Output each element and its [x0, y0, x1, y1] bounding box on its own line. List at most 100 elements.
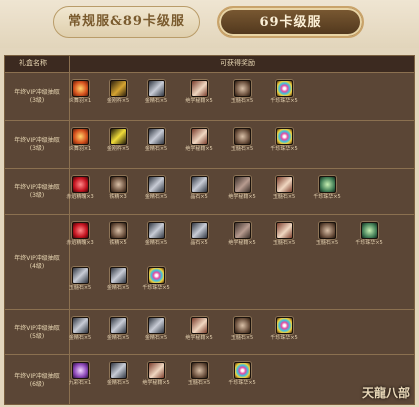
reward-item[interactable]: 绝学秘籍×5 — [183, 317, 215, 341]
reward-item[interactable]: 玉髓石×5 — [226, 80, 258, 104]
reward-item-icon — [190, 128, 208, 145]
reward-item-icon — [318, 222, 336, 239]
reward-item-label: 绝学秘籍×5 — [228, 240, 256, 246]
reward-item-label: 绝学秘籍×5 — [185, 335, 213, 341]
reward-item[interactable]: 赤焰精魄×3 — [64, 176, 96, 200]
reward-item[interactable]: 玉髓石×5 — [268, 176, 300, 200]
reward-item-icon — [190, 222, 208, 239]
reward-item[interactable]: 千珍珠华×5 — [311, 176, 343, 200]
gift-box-name: 年终VIP冲级抽取 (3级) — [5, 184, 69, 200]
reward-item[interactable]: 九彩石×1 — [64, 362, 96, 386]
reward-item[interactable]: 晶石×5 — [183, 176, 215, 200]
reward-item[interactable]: 绝学秘籍×5 — [183, 80, 215, 104]
gift-box-title: 年终VIP冲级抽取 — [14, 254, 60, 262]
reward-item[interactable]: 千珍珠华×5 — [268, 80, 300, 104]
reward-item[interactable]: 金精石×5 — [102, 317, 134, 341]
gift-row: 年终VIP冲级抽取 (3级) 赤焰精魄×3 铁精×3 金精石×5 晶石×5 绝学秘籍×5 玉髓… — [5, 168, 414, 215]
reward-item-label: 玉髓石×5 — [315, 240, 339, 246]
reward-item[interactable]: 绝学秘籍×5 — [183, 128, 215, 152]
reward-item[interactable]: 金刚杵×5 — [102, 80, 134, 104]
reward-item[interactable]: 玉髓石×5 — [226, 128, 258, 152]
reward-item[interactable]: 赤焰精魄×3 — [64, 222, 96, 246]
reward-item[interactable]: 炎舞羽×1 — [64, 80, 96, 104]
gift-box-title: 年终VIP冲级抽取 — [14, 373, 60, 380]
reward-item-label: 玉髓石×5 — [187, 380, 211, 386]
reward-item-icon — [71, 222, 89, 239]
tab-normal-server[interactable]: 常规服&89卡级服 — [53, 6, 200, 38]
reward-item-icon — [71, 176, 89, 193]
reward-item[interactable]: 金精石×5 — [102, 362, 134, 386]
reward-item-label: 金精石×5 — [144, 194, 168, 200]
reward-item-label: 绝学秘籍×5 — [185, 146, 213, 152]
reward-item-label: 千珍珠华×5 — [313, 194, 341, 200]
reward-item[interactable]: 千珍珠华×5 — [268, 128, 300, 152]
reward-item-icon — [71, 267, 89, 284]
reward-item-icon — [109, 222, 127, 239]
reward-item-icon — [109, 317, 127, 334]
gift-row: 年终VIP冲级抽取 (3级) 炎舞羽×1 金刚杵×5 金精石×5 绝学秘籍×5 玉髓石×5 千… — [5, 120, 414, 169]
reward-item[interactable]: 金刚杵×5 — [102, 128, 134, 152]
server-tab-bar: 常规服&89卡级服 69卡级服 — [0, 0, 419, 48]
reward-item[interactable]: 玉髓石×5 — [311, 222, 343, 246]
reward-item-icon — [190, 362, 208, 379]
reward-item-icon — [109, 267, 127, 284]
reward-item[interactable]: 金精石×5 — [140, 317, 172, 341]
reward-item[interactable]: 千珍珠华×5 — [140, 267, 172, 291]
gift-box-title: 年终VIP冲级抽取 — [14, 324, 60, 332]
reward-item-icon — [233, 80, 251, 97]
reward-item[interactable]: 千珍珠华×5 — [268, 317, 300, 341]
reward-item-icon — [109, 176, 127, 193]
reward-item-icon — [190, 317, 208, 334]
reward-item-label: 绝学秘籍×5 — [142, 380, 170, 386]
reward-item[interactable]: 晶石×5 — [183, 222, 215, 246]
reward-item-icon — [190, 176, 208, 193]
tab-69-server[interactable]: 69卡级服 — [217, 6, 364, 38]
reward-item-label: 金精石×5 — [144, 98, 168, 104]
reward-item[interactable]: 千珍珠华×5 — [226, 362, 258, 386]
reward-item-label: 金精石×5 — [106, 335, 130, 341]
reward-item-label: 九彩石×1 — [68, 380, 92, 386]
reward-item[interactable]: 金精石×5 — [140, 128, 172, 152]
brand-logo: 天龍八部 — [361, 386, 410, 400]
reward-item[interactable]: 铁精×5 — [102, 222, 134, 246]
reward-item-label: 玉髓石×5 — [272, 194, 296, 200]
reward-item[interactable]: 金精石×5 — [64, 317, 96, 341]
reward-item[interactable]: 绝学秘籍×5 — [140, 362, 172, 386]
reward-item[interactable]: 玉髓石×5 — [268, 222, 300, 246]
reward-item[interactable]: 金精石×5 — [140, 176, 172, 200]
reward-item[interactable]: 炎舞羽×1 — [64, 128, 96, 152]
reward-item-label: 千珍珠华×5 — [355, 240, 383, 246]
reward-item-icon — [275, 128, 293, 145]
reward-item[interactable]: 金精石×5 — [140, 222, 172, 246]
reward-item[interactable]: 千珍珠华×5 — [353, 222, 385, 246]
reward-item-icon — [147, 222, 165, 239]
reward-item-label: 金精石×5 — [106, 380, 130, 386]
reward-item-label: 炎舞羽×1 — [68, 98, 92, 104]
reward-item[interactable]: 金精石×5 — [140, 80, 172, 104]
reward-item-label: 金刚杵×5 — [106, 146, 130, 152]
reward-item-icon — [233, 176, 251, 193]
reward-item[interactable]: 绝学秘籍×5 — [226, 176, 258, 200]
reward-item[interactable]: 玉髓石×5 — [64, 267, 96, 291]
reward-item[interactable]: 玉髓石×5 — [226, 317, 258, 341]
header-rewards: 可获得奖励 — [220, 59, 255, 67]
gift-box-level: (4级) — [29, 262, 45, 270]
reward-item-label: 金精石×5 — [106, 285, 130, 291]
reward-item[interactable]: 金精石×5 — [102, 267, 134, 291]
reward-item-icon — [233, 128, 251, 145]
reward-item-label: 千珍珠华×5 — [270, 146, 298, 152]
reward-item-icon — [71, 128, 89, 145]
reward-item-label: 千珍珠华×5 — [228, 380, 256, 386]
reward-item-icon — [275, 222, 293, 239]
gift-box-level: (5级) — [29, 332, 45, 340]
reward-item-label: 金精石×5 — [68, 335, 92, 341]
reward-item-label: 玉髓石×5 — [272, 240, 296, 246]
reward-item-label: 玉髓石×5 — [230, 98, 254, 104]
reward-item-label: 绝学秘籍×5 — [185, 98, 213, 104]
reward-item[interactable]: 绝学秘籍×5 — [226, 222, 258, 246]
reward-item-icon — [233, 317, 251, 334]
gift-row: 年终VIP冲级抽取 (5级) 金精石×5 金精石×5 金精石×5 绝学秘籍×5 玉髓石×5 千… — [5, 309, 414, 355]
reward-item[interactable]: 玉髓石×5 — [183, 362, 215, 386]
reward-item-icon — [109, 80, 127, 97]
reward-item[interactable]: 铁精×3 — [102, 176, 134, 200]
